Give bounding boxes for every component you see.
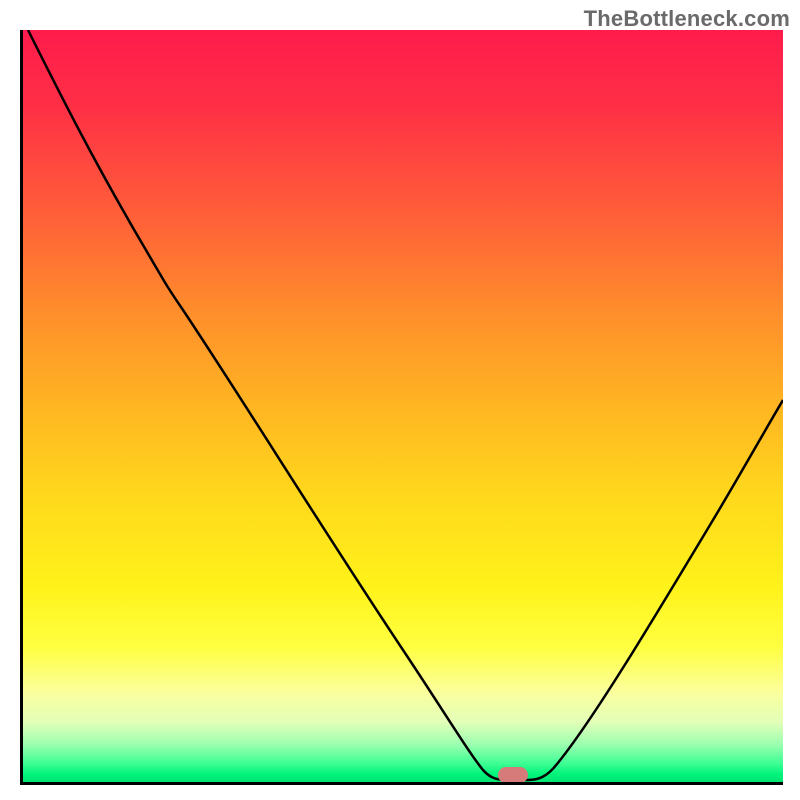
plot-area	[20, 30, 783, 785]
optimal-point-marker	[498, 767, 528, 783]
curve-path	[28, 30, 783, 780]
bottleneck-curve	[23, 30, 783, 782]
chart-container: TheBottleneck.com	[0, 0, 800, 800]
watermark-text: TheBottleneck.com	[584, 6, 790, 32]
